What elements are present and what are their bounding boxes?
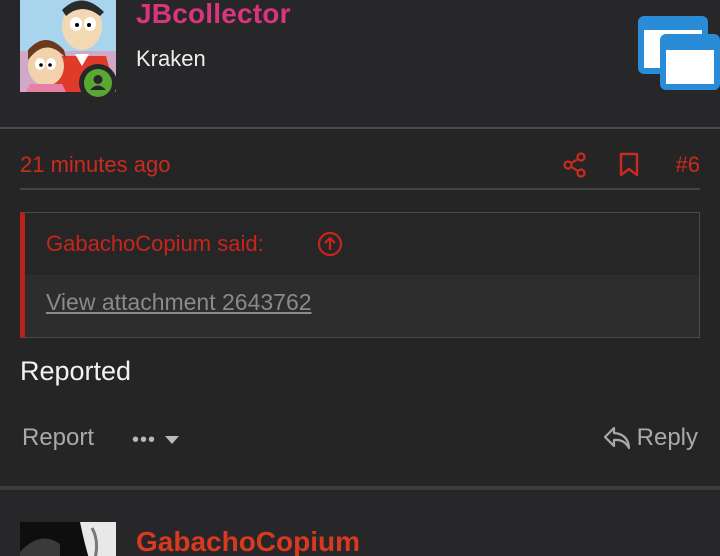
post-meta: 21 minutes ago #6 xyxy=(20,150,700,190)
post-number-link[interactable]: #6 xyxy=(676,152,700,178)
attachment-link[interactable]: View attachment 2643762 xyxy=(46,289,312,316)
quote-block: GabachoCopium said: View attachment 2643… xyxy=(20,212,700,338)
post-divider xyxy=(0,127,720,129)
more-dots: ••• xyxy=(132,429,157,451)
post-body-text: Reported xyxy=(20,356,132,386)
online-badge xyxy=(79,64,117,102)
reply-button[interactable]: Reply xyxy=(603,424,698,452)
post-actions: Report ••• Reply xyxy=(20,424,700,458)
next-post-header: GabachoCopium xyxy=(0,490,720,556)
online-icon xyxy=(84,69,112,97)
user-title: Kraken xyxy=(136,46,206,71)
next-post-avatar[interactable] xyxy=(20,522,116,556)
bookmark-icon[interactable] xyxy=(618,152,640,178)
window-icon[interactable] xyxy=(636,14,720,90)
quote-author-link[interactable]: GabachoCopium said: xyxy=(46,231,264,257)
chevron-down-icon xyxy=(165,436,180,444)
next-post-username[interactable]: GabachoCopium xyxy=(136,526,360,556)
post-timestamp[interactable]: 21 minutes ago xyxy=(20,152,170,178)
reply-icon xyxy=(603,426,630,450)
quote-header: GabachoCopium said: xyxy=(25,213,699,275)
expand-quote-icon[interactable] xyxy=(317,231,343,257)
quote-body: View attachment 2643762 xyxy=(25,275,699,337)
report-link[interactable]: Report xyxy=(22,424,94,452)
share-icon[interactable] xyxy=(562,152,588,178)
more-options-menu[interactable]: ••• xyxy=(132,430,180,450)
reply-label: Reply xyxy=(636,424,698,451)
username[interactable]: JBcollector xyxy=(136,0,291,30)
user-header: JBcollector Kraken xyxy=(0,0,720,128)
